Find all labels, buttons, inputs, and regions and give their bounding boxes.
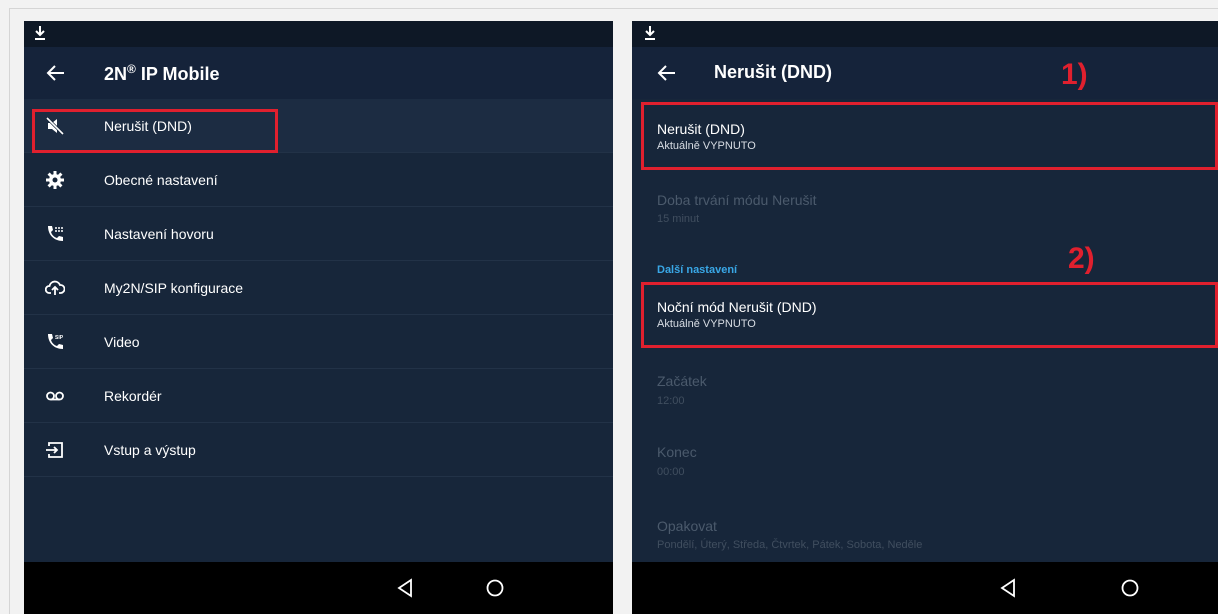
section-header: Další nastavení bbox=[657, 264, 738, 276]
menu-label: Nastavení hovoru bbox=[104, 226, 214, 242]
voicemail-icon bbox=[46, 391, 64, 401]
pref-end: Konec 00:00 bbox=[632, 419, 1218, 489]
pref-title: Doba trvání módu Nerušit bbox=[657, 192, 817, 208]
app-bar: Nerušit (DND) bbox=[632, 47, 1218, 99]
pref-dnd-duration: Doba trvání módu Nerušit 15 minut bbox=[632, 171, 1218, 243]
pref-start: Začátek 12:00 bbox=[632, 349, 1218, 419]
menu-label: Rekordér bbox=[104, 388, 162, 404]
nav-back-icon[interactable] bbox=[997, 577, 1019, 599]
nav-bar bbox=[632, 562, 1218, 614]
pref-repeat: Opakovat Pondělí, Úterý, Středa, Čtvrtek… bbox=[632, 489, 1218, 559]
pref-subtitle: 00:00 bbox=[657, 466, 685, 478]
menu-item-call-settings[interactable]: Nastavení hovoru bbox=[24, 207, 613, 261]
highlight-box-night-dnd-pref bbox=[641, 282, 1218, 348]
app-title: 2N® IP Mobile bbox=[104, 62, 220, 84]
nav-home-icon[interactable] bbox=[1119, 577, 1141, 599]
input-output-icon bbox=[46, 442, 63, 458]
menu-label: Obecné nastavení bbox=[104, 172, 218, 188]
back-arrow-icon[interactable] bbox=[45, 62, 67, 84]
pref-title: Konec bbox=[657, 444, 697, 460]
download-icon bbox=[645, 26, 655, 40]
nav-back-icon[interactable] bbox=[394, 577, 416, 599]
pref-subtitle: Pondělí, Úterý, Středa, Čtvrtek, Pátek, … bbox=[657, 539, 923, 551]
status-bar bbox=[24, 21, 613, 47]
menu-item-io[interactable]: Vstup a výstup bbox=[24, 423, 613, 477]
pref-subtitle: 15 minut bbox=[657, 213, 700, 225]
nav-bar bbox=[24, 562, 613, 614]
back-arrow-icon[interactable] bbox=[656, 62, 678, 84]
highlight-box-dnd-pref bbox=[641, 102, 1218, 170]
svg-text:SIP: SIP bbox=[55, 335, 64, 341]
status-bar bbox=[632, 21, 1218, 47]
sip-phone-icon: SIP bbox=[48, 334, 64, 349]
gear-icon bbox=[46, 171, 64, 189]
menu-item-recorder[interactable]: Rekordér bbox=[24, 369, 613, 423]
pref-title: Začátek bbox=[657, 373, 707, 389]
menu-item-sip-config[interactable]: My2N/SIP konfigurace bbox=[24, 261, 613, 315]
menu-label: Video bbox=[104, 334, 140, 350]
phone-dialpad-icon bbox=[48, 226, 63, 241]
menu-label: My2N/SIP konfigurace bbox=[104, 280, 244, 296]
menu-item-video[interactable]: SIP Video bbox=[24, 315, 613, 369]
pref-title: Opakovat bbox=[657, 518, 717, 534]
app-bar: 2N® IP Mobile bbox=[24, 47, 613, 99]
cloud-sync-icon bbox=[45, 280, 65, 295]
menu-label: Vstup a výstup bbox=[104, 442, 196, 458]
screen-title: Nerušit (DND) bbox=[714, 62, 833, 82]
nav-home-icon[interactable] bbox=[484, 577, 506, 599]
settings-menu: Nerušit (DND) Obecné nastavení Nastavení… bbox=[24, 99, 613, 477]
annotation-label-2: 2) bbox=[1068, 242, 1095, 275]
download-icon bbox=[35, 26, 45, 40]
annotation-label-1: 1) bbox=[1061, 58, 1088, 91]
pref-subtitle: 12:00 bbox=[657, 395, 685, 407]
menu-item-general[interactable]: Obecné nastavení bbox=[24, 153, 613, 207]
highlight-box-dnd-menu bbox=[32, 109, 278, 153]
